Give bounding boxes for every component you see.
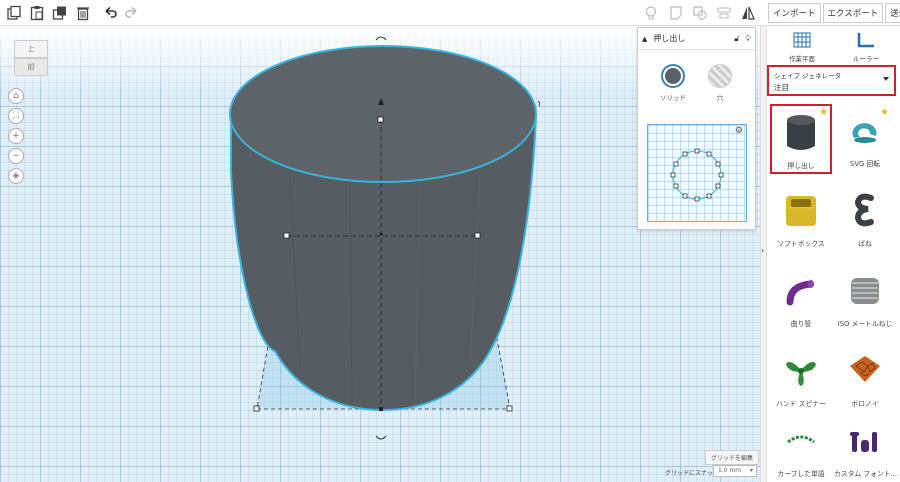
curved-text-icon <box>787 435 815 444</box>
chevron-right-icon: › <box>761 246 765 255</box>
undo-icon[interactable] <box>100 3 120 23</box>
paste-icon[interactable] <box>27 3 47 23</box>
collapse-icon[interactable]: ▲ <box>642 35 647 43</box>
hole-label: 穴 <box>716 94 724 102</box>
shape-curved-text[interactable]: カーブした単語 <box>770 414 832 482</box>
shape-custom-font[interactable]: カスタム フォント... <box>834 414 897 482</box>
workplane-label: 作業平面 <box>789 55 815 63</box>
group-icon[interactable] <box>690 3 710 23</box>
shape-spring[interactable]: ばね <box>834 184 896 254</box>
snap-grid-select[interactable]: 1.0 mm ▾ <box>713 465 757 477</box>
hand-spinner-icon <box>786 362 816 386</box>
extrude-cylinder-icon <box>787 115 815 150</box>
light-icon[interactable]: 💡︎ <box>745 34 751 44</box>
snap-grid-label: グリッドにスナップ <box>665 470 720 477</box>
custom-font-icon <box>850 432 877 452</box>
note-icon[interactable] <box>666 3 686 23</box>
delete-icon[interactable] <box>73 3 93 23</box>
align-icon[interactable] <box>714 3 734 23</box>
light-bulb-icon[interactable] <box>641 3 661 23</box>
category-value: 注目 <box>774 83 789 92</box>
soft-box-icon <box>786 196 816 226</box>
top-right-actions: インポート エクスポート 送信先 <box>766 0 900 26</box>
workplane-grid-icon <box>793 32 811 48</box>
shape-bent-pipe[interactable]: 曲り管 <box>770 264 832 334</box>
shape-hand-spinner[interactable]: ハンド スピナー <box>770 344 832 414</box>
star-icon: ★ <box>819 107 828 118</box>
workplane-tool[interactable]: 作業平面 <box>777 32 827 63</box>
shape-voronoi[interactable]: ボロノイ <box>834 344 896 414</box>
export-button[interactable]: エクスポート <box>822 2 884 23</box>
shape-soft-box[interactable]: ソフトボックス <box>770 184 832 254</box>
height-handle <box>377 116 384 123</box>
top-toolbar <box>0 0 766 26</box>
hole-option[interactable] <box>708 64 732 88</box>
ruler-tool[interactable]: ルーラー <box>841 32 891 63</box>
solid-option[interactable] <box>661 64 685 88</box>
import-button[interactable]: インポート <box>768 2 821 23</box>
send-to-button[interactable]: 送信先 <box>885 2 900 23</box>
workplane[interactable]: 上 前 ⌂ ⛶ + − ◈ ▲ 押し出し 🔓︎ 💡︎ ソリッド 穴 ⚙︎ グリッ… <box>0 26 760 482</box>
shape-inspector: ▲ 押し出し 🔓︎ 💡︎ ソリッド 穴 ⚙︎ <box>637 27 756 230</box>
ruler-icon <box>857 33 874 48</box>
inspector-title: 押し出し <box>653 34 686 43</box>
shape-category-dropdown[interactable]: シェイプ ジェネレータ 注目 <box>767 65 896 96</box>
star-icon: ★ <box>880 107 889 118</box>
redo-icon[interactable] <box>122 3 142 23</box>
mirror-icon[interactable] <box>738 3 758 23</box>
iso-metric-screw-icon <box>851 278 879 304</box>
voronoi-icon <box>850 356 880 382</box>
duplicate-icon[interactable] <box>50 3 70 23</box>
extrude-profile-editor[interactable]: ⚙︎ <box>647 124 747 222</box>
edit-grid-button[interactable]: グリッドを編集 <box>705 450 760 465</box>
chevron-down-icon <box>883 77 889 81</box>
category-label: シェイプ ジェネレータ <box>774 72 842 80</box>
copy-icon[interactable] <box>4 3 24 23</box>
shape-iso-metric-screw[interactable]: ISO メートルねじ <box>834 264 896 334</box>
bent-pipe-icon <box>786 280 814 306</box>
solid-label: ソリッド <box>660 94 686 102</box>
lock-icon[interactable]: 🔓︎ <box>734 34 739 44</box>
spring-icon <box>854 193 874 227</box>
ruler-label: ルーラー <box>853 55 879 63</box>
